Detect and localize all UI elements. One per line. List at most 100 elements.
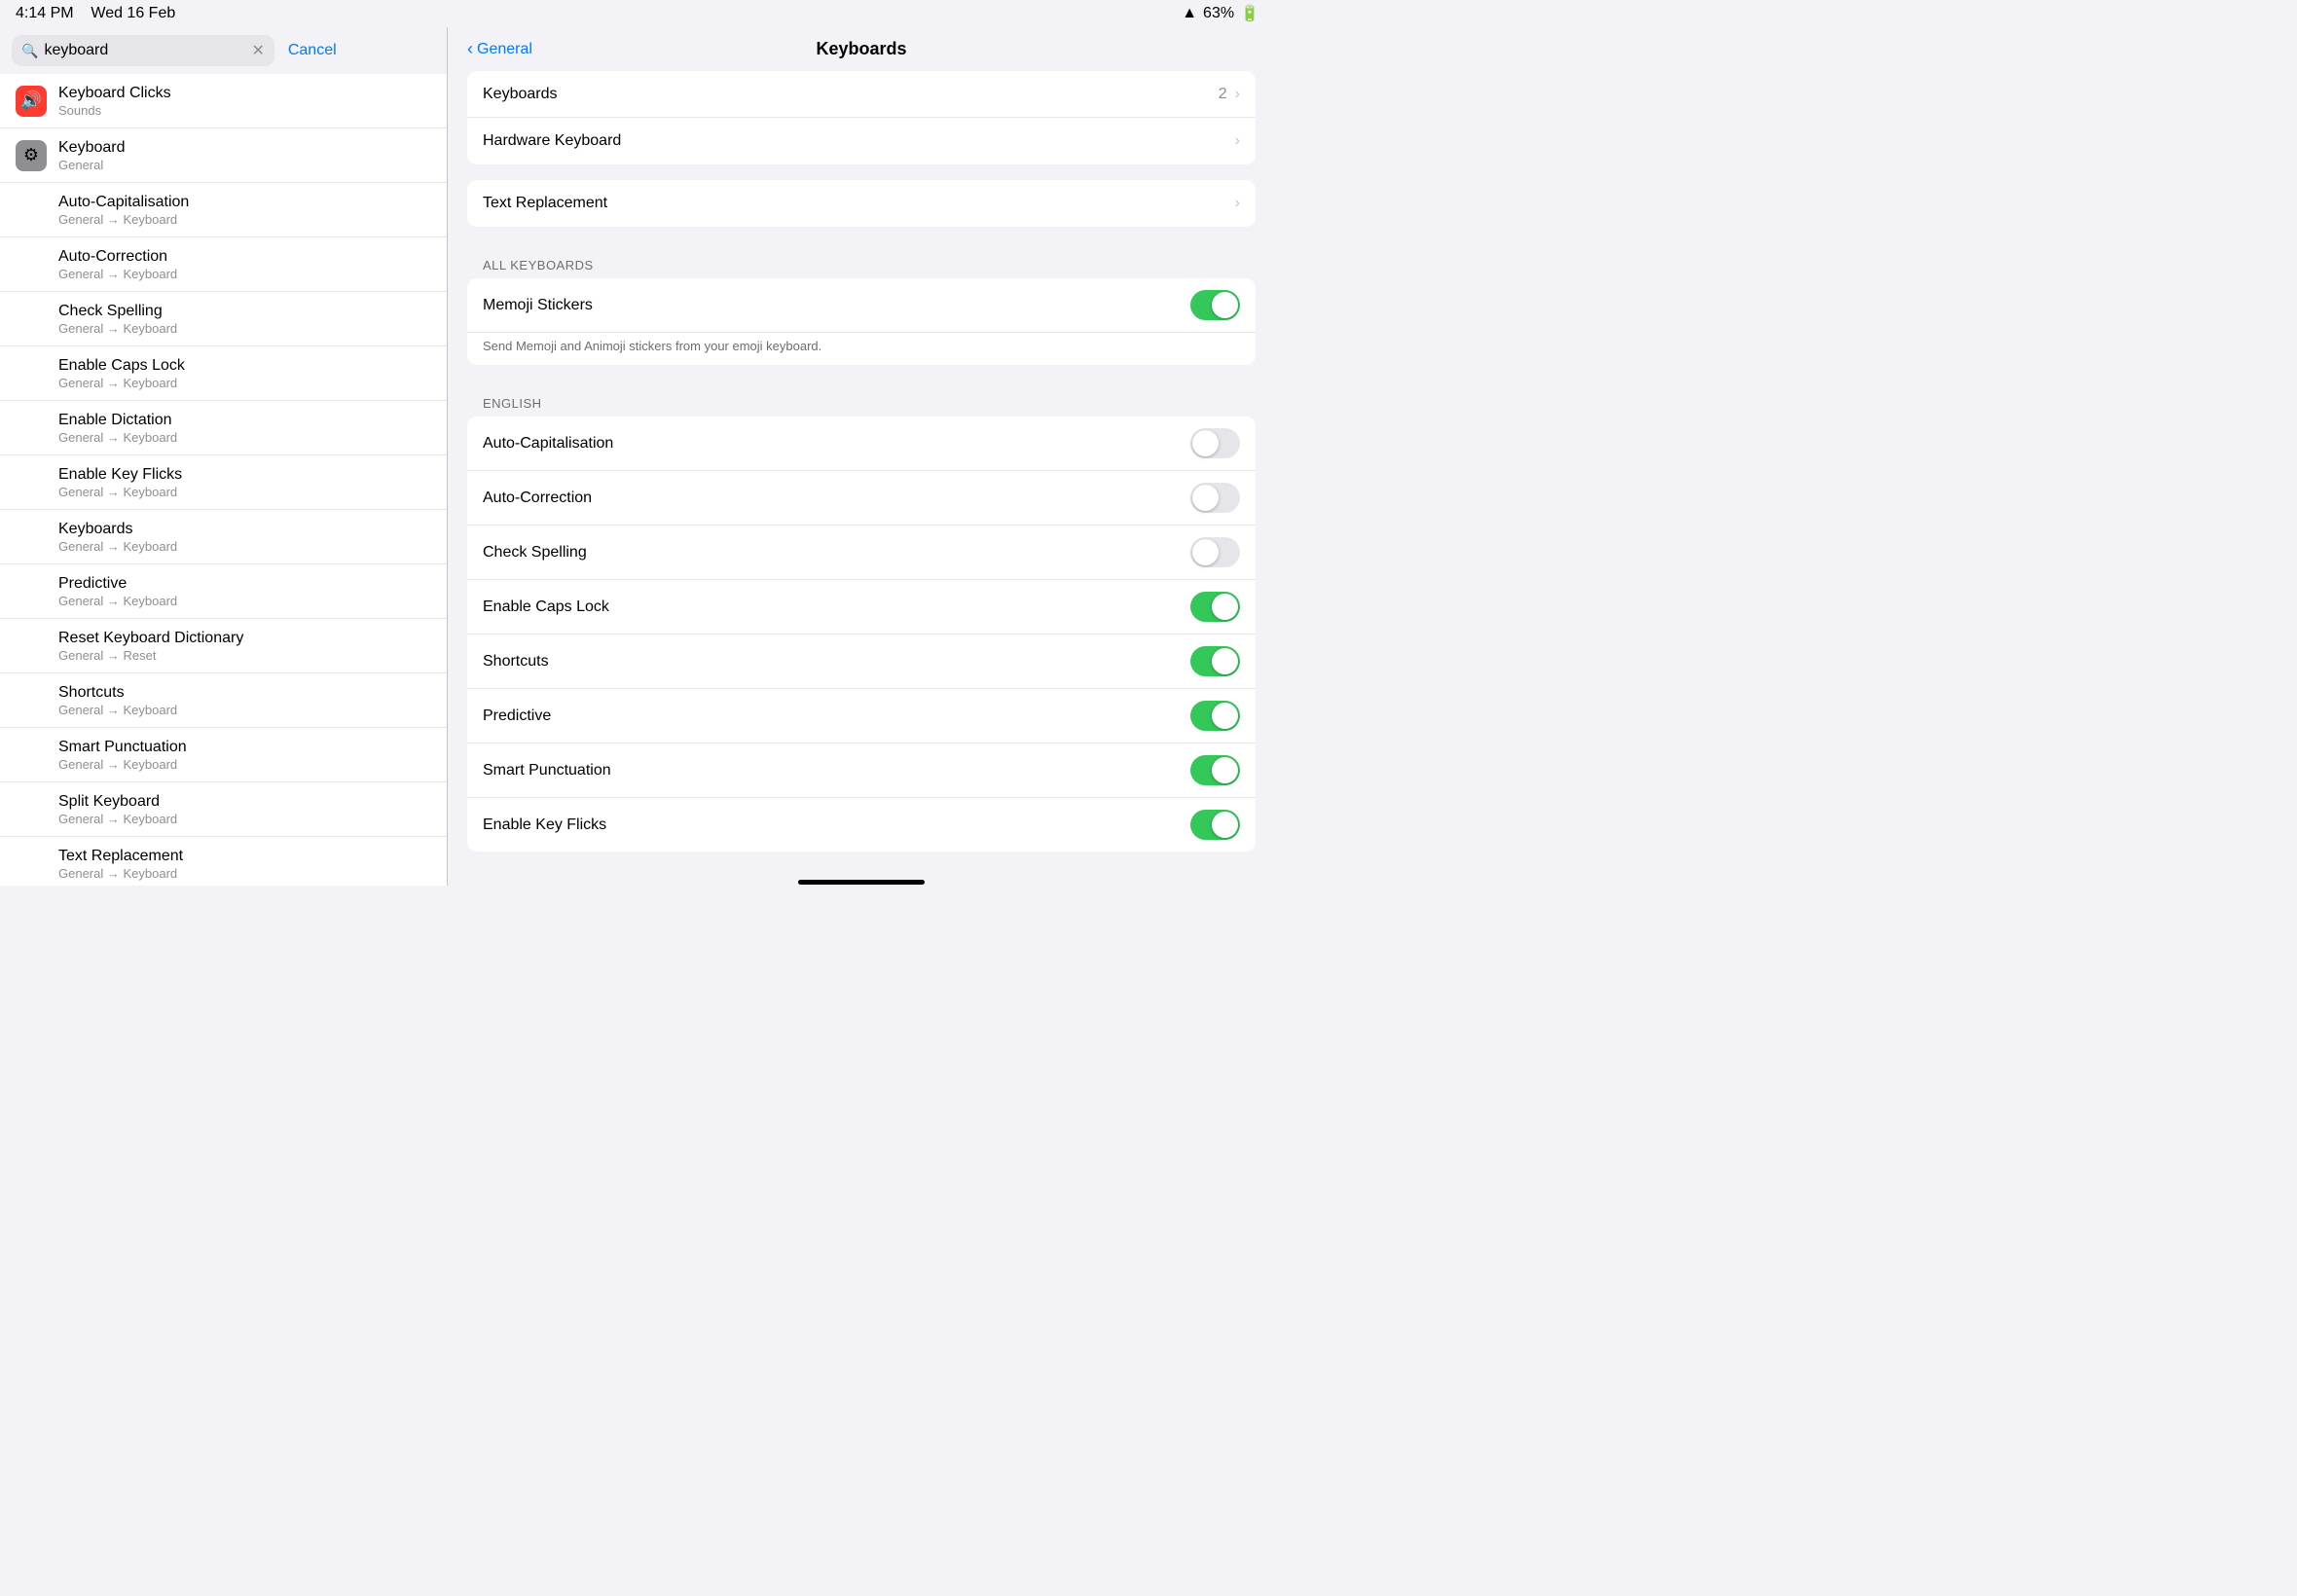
list-item[interactable]: Check Spelling General → Keyboard: [0, 292, 447, 346]
keyboards-count-row[interactable]: Keyboards 2 ›: [467, 71, 1256, 118]
text-replacement-label: Text Replacement: [483, 195, 1235, 212]
result-subtitle: General → Keyboard: [58, 594, 177, 608]
list-item[interactable]: Enable Key Flicks General → Keyboard: [0, 455, 447, 510]
result-title: Check Spelling: [58, 303, 177, 320]
list-item[interactable]: Text Replacement General → Keyboard: [0, 837, 447, 886]
auto-correction-label: Auto-Correction: [483, 490, 1190, 507]
list-item[interactable]: Enable Caps Lock General → Keyboard: [0, 346, 447, 401]
predictive-label: Predictive: [483, 707, 1190, 725]
result-text: Keyboard Clicks Sounds: [58, 85, 171, 118]
auto-capitalisation-toggle[interactable]: [1190, 428, 1240, 458]
english-group: Auto-Capitalisation Auto-Correction Chec…: [467, 417, 1256, 852]
predictive-toggle[interactable]: [1190, 701, 1240, 731]
chevron-right-icon: ›: [1235, 86, 1240, 103]
enable-key-flicks-toggle[interactable]: [1190, 810, 1240, 840]
list-item[interactable]: Auto-Capitalisation General → Keyboard: [0, 183, 447, 237]
search-icon: 🔍: [21, 43, 38, 59]
list-item[interactable]: Predictive General → Keyboard: [0, 564, 447, 619]
result-subtitle: General → Keyboard: [58, 376, 185, 390]
result-title: Keyboard: [58, 139, 126, 157]
cancel-button[interactable]: Cancel: [280, 42, 337, 59]
battery-text: 63%: [1203, 5, 1234, 22]
result-subtitle: General → Keyboard: [58, 703, 177, 717]
list-item[interactable]: 🔊 Keyboard Clicks Sounds: [0, 74, 447, 128]
result-subtitle: Sounds: [58, 103, 171, 118]
result-title: Auto-Capitalisation: [58, 194, 189, 211]
result-subtitle: General → Keyboard: [58, 321, 177, 336]
enable-key-flicks-row: Enable Key Flicks: [467, 798, 1256, 852]
result-text: Shortcuts General → Keyboard: [58, 684, 177, 717]
list-item[interactable]: Enable Dictation General → Keyboard: [0, 401, 447, 455]
list-item[interactable]: Reset Keyboard Dictionary General → Rese…: [0, 619, 447, 673]
result-text: Enable Dictation General → Keyboard: [58, 412, 177, 445]
memoji-note: Send Memoji and Animoji stickers from yo…: [467, 333, 1256, 365]
result-title: Shortcuts: [58, 684, 177, 702]
result-subtitle: General → Keyboard: [58, 267, 177, 281]
list-item[interactable]: Auto-Correction General → Keyboard: [0, 237, 447, 292]
all-keyboards-group: Memoji Stickers Send Memoji and Animoji …: [467, 278, 1256, 365]
right-panel: ‹ General Keyboards Keyboards 2 › Hardwa…: [448, 27, 1275, 886]
text-replacement-group: Text Replacement ›: [467, 180, 1256, 227]
hardware-keyboard-row[interactable]: Hardware Keyboard ›: [467, 118, 1256, 164]
keyboards-label: Keyboards: [483, 86, 1219, 103]
toggle-thumb: [1192, 485, 1219, 511]
chevron-right-icon: ›: [1235, 132, 1240, 150]
enable-caps-lock-toggle[interactable]: [1190, 592, 1240, 622]
auto-capitalisation-row: Auto-Capitalisation: [467, 417, 1256, 471]
search-input[interactable]: [44, 42, 245, 59]
list-item[interactable]: Keyboards General → Keyboard: [0, 510, 447, 564]
shortcuts-label: Shortcuts: [483, 653, 1190, 671]
content-scroll: Keyboards 2 › Hardware Keyboard › Text R…: [448, 71, 1275, 880]
auto-correction-toggle[interactable]: [1190, 483, 1240, 513]
check-spelling-toggle[interactable]: [1190, 537, 1240, 567]
result-text: Keyboards General → Keyboard: [58, 521, 177, 554]
search-clear-button[interactable]: ✕: [251, 41, 264, 60]
memoji-stickers-toggle[interactable]: [1190, 290, 1240, 320]
list-item[interactable]: Shortcuts General → Keyboard: [0, 673, 447, 728]
toggle-thumb: [1212, 648, 1238, 674]
result-title: Reset Keyboard Dictionary: [58, 630, 243, 647]
status-bar: 4:14 PM Wed 16 Feb ▲ 63% 🔋: [0, 0, 1275, 27]
status-time: 4:14 PM Wed 16 Feb: [16, 5, 175, 22]
result-title: Auto-Correction: [58, 248, 177, 266]
auto-capitalisation-label: Auto-Capitalisation: [483, 435, 1190, 453]
toggle-thumb: [1212, 594, 1238, 620]
list-item[interactable]: Split Keyboard General → Keyboard: [0, 782, 447, 837]
shortcuts-toggle[interactable]: [1190, 646, 1240, 676]
result-title: Enable Dictation: [58, 412, 177, 429]
back-button[interactable]: ‹ General: [467, 39, 532, 59]
result-text: Auto-Capitalisation General → Keyboard: [58, 194, 189, 227]
toggle-thumb: [1212, 812, 1238, 838]
list-item[interactable]: Smart Punctuation General → Keyboard: [0, 728, 447, 782]
smart-punctuation-toggle[interactable]: [1190, 755, 1240, 785]
toggle-thumb: [1212, 292, 1238, 318]
page-title: Keyboards: [816, 39, 906, 59]
smart-punctuation-row: Smart Punctuation: [467, 744, 1256, 798]
list-item[interactable]: ⚙ Keyboard General: [0, 128, 447, 183]
result-title: Predictive: [58, 575, 177, 593]
left-panel: 🔍 ✕ Cancel 🔊 Keyboard Clicks Sounds ⚙ Ke…: [0, 27, 448, 886]
result-subtitle: General → Keyboard: [58, 485, 182, 499]
search-input-wrapper: 🔍 ✕: [12, 35, 274, 66]
text-replacement-row[interactable]: Text Replacement ›: [467, 180, 1256, 227]
main-container: 🔍 ✕ Cancel 🔊 Keyboard Clicks Sounds ⚙ Ke…: [0, 27, 1275, 886]
result-text: Keyboard General: [58, 139, 126, 172]
result-text: Smart Punctuation General → Keyboard: [58, 739, 187, 772]
result-title: Keyboards: [58, 521, 177, 538]
shortcuts-row: Shortcuts: [467, 635, 1256, 689]
result-title: Split Keyboard: [58, 793, 177, 811]
check-spelling-label: Check Spelling: [483, 544, 1190, 562]
nav-header: ‹ General Keyboards: [448, 27, 1275, 71]
result-title: Enable Key Flicks: [58, 466, 182, 484]
all-keyboards-header: ALL KEYBOARDS: [467, 242, 1256, 278]
result-text: Reset Keyboard Dictionary General → Rese…: [58, 630, 243, 663]
result-subtitle: General → Keyboard: [58, 212, 189, 227]
result-text: Split Keyboard General → Keyboard: [58, 793, 177, 826]
result-subtitle: General → Keyboard: [58, 430, 177, 445]
back-chevron-icon: ‹: [467, 39, 473, 59]
home-bar: [798, 880, 925, 885]
result-icon: 🔊: [16, 86, 47, 117]
home-indicator: [448, 880, 1275, 886]
smart-punctuation-label: Smart Punctuation: [483, 762, 1190, 780]
toggle-thumb: [1192, 430, 1219, 456]
